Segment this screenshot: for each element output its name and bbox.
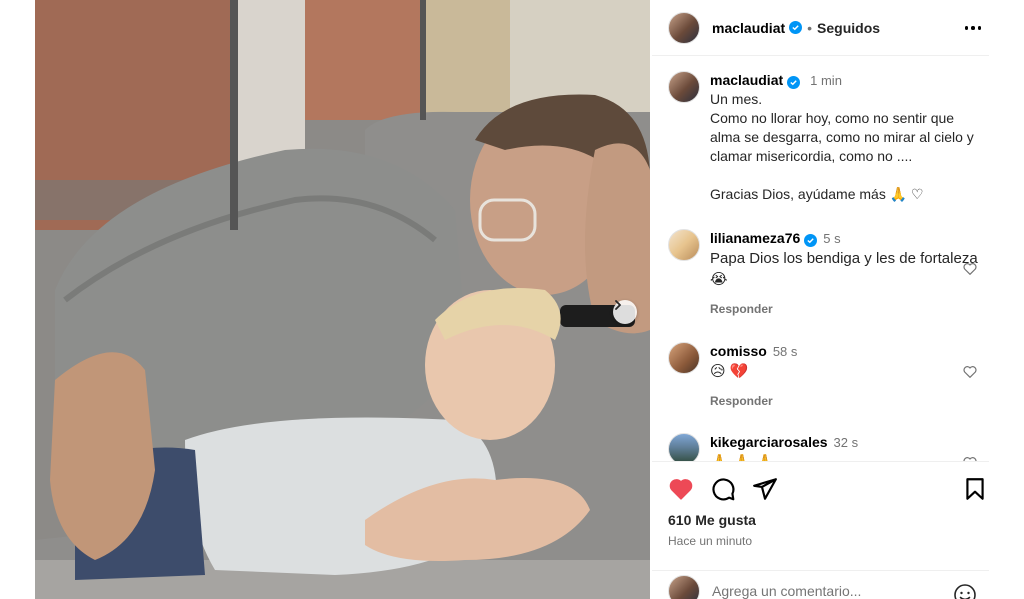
comment-item: lilianameza76 5 s Papa Dios los bendiga y… <box>668 229 978 319</box>
caption-time[interactable]: 1 min <box>810 73 842 88</box>
caption-avatar[interactable] <box>668 71 700 103</box>
comment-avatar[interactable] <box>668 433 700 461</box>
comments-list[interactable]: maclaudiat 1 min Un mes. Como no llorar h… <box>652 57 989 461</box>
emoji-icon[interactable] <box>953 583 977 599</box>
verified-badge-icon <box>787 76 801 89</box>
current-user-avatar <box>668 574 700 599</box>
post-photo[interactable] <box>35 0 650 599</box>
carousel-next-button[interactable] <box>613 300 637 324</box>
photo-illustration <box>35 0 650 599</box>
comment-author[interactable]: kikegarciarosales <box>710 434 828 450</box>
reply-button[interactable]: Responder <box>710 392 978 411</box>
like-comment-heart-icon[interactable] <box>962 364 978 380</box>
comment-author[interactable]: comisso <box>710 343 767 359</box>
comment-item: comisso 58 s 😥 💔 Responder <box>668 342 978 411</box>
comment-avatar[interactable] <box>668 342 700 374</box>
caption-author[interactable]: maclaudiat <box>710 72 783 88</box>
chevron-right-icon <box>615 300 621 310</box>
more-options-icon[interactable] <box>961 18 985 38</box>
share-icon[interactable] <box>752 476 778 502</box>
comment-avatar[interactable] <box>668 229 700 261</box>
comment-text: 😥 💔 <box>710 363 749 380</box>
verified-badge-icon <box>804 234 818 247</box>
comment-text: Papa Dios los bendiga y les de fortaleza… <box>710 250 978 288</box>
save-bookmark-icon[interactable] <box>962 476 988 502</box>
likes-count[interactable]: 610 Me gusta <box>668 512 756 528</box>
author-username[interactable]: maclaudiat <box>712 20 785 36</box>
comment-time[interactable]: 58 s <box>773 344 798 359</box>
separator-dot: • <box>807 19 813 36</box>
comment-text: 🙏 🙏 🙏 <box>710 452 978 461</box>
add-comment-bar <box>652 570 989 599</box>
post-actions-bar <box>652 461 989 517</box>
comment-input[interactable] <box>712 582 942 599</box>
verified-badge-icon <box>789 21 803 34</box>
caption-text: Un mes. Como no llorar hoy, como no sent… <box>710 91 974 202</box>
post-details-panel: maclaudiat • Seguidos maclaudiat 1 min Un… <box>652 0 989 599</box>
comment-time[interactable]: 5 s <box>823 231 840 246</box>
post-time-ago[interactable]: Hace un minuto <box>668 534 752 548</box>
author-avatar[interactable] <box>668 11 700 44</box>
following-button[interactable]: Seguidos <box>817 20 880 36</box>
comment-author[interactable]: lilianameza76 <box>710 230 800 246</box>
post-header: maclaudiat • Seguidos <box>652 0 989 56</box>
comment-time[interactable]: 32 s <box>834 435 859 450</box>
caption: maclaudiat 1 min Un mes. Como no llorar h… <box>668 71 978 204</box>
reply-button[interactable]: Responder <box>710 300 978 319</box>
comment-item: kikegarciarosales 32 s 🙏 🙏 🙏 <box>668 433 978 461</box>
like-heart-icon[interactable] <box>668 476 694 502</box>
like-comment-heart-icon[interactable] <box>962 261 978 277</box>
comment-icon[interactable] <box>710 476 736 502</box>
